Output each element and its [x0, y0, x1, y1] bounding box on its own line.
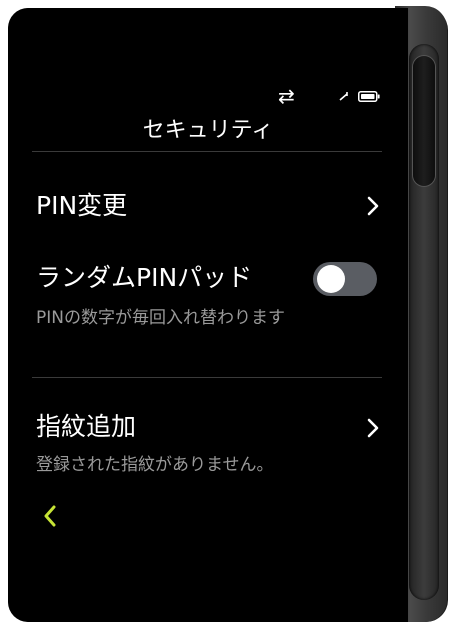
random-pin-pad-toggle[interactable] — [313, 262, 377, 296]
status-bar: ⇄ — [278, 84, 388, 110]
device-side-button[interactable] — [413, 56, 435, 186]
pin-change-label: PIN変更 — [36, 191, 128, 220]
header-divider — [32, 151, 382, 152]
signal-icon — [339, 92, 348, 101]
random-pin-pad-description: PINの数字が毎回入れ替わります — [36, 308, 285, 328]
battery-icon — [358, 91, 380, 102]
fingerprint-description: 登録された指紋がありません。 — [36, 455, 274, 475]
fingerprint-label: 指紋追加 — [36, 412, 137, 441]
sync-icon: ⇄ — [278, 84, 295, 108]
back-button[interactable] — [40, 502, 60, 530]
toggle-knob — [317, 265, 345, 293]
chevron-right-icon — [367, 418, 379, 438]
page-title: セキュリティ — [142, 118, 274, 143]
screen: ⇄ セキュリティ PIN変更 ランダムPINパッド PINの数字が毎回入れ替わり… — [8, 8, 408, 622]
random-pin-pad-label: ランダムPINパッド — [36, 263, 253, 292]
section-divider — [32, 377, 382, 378]
chevron-left-icon — [44, 505, 56, 527]
chevron-right-icon — [367, 196, 379, 216]
